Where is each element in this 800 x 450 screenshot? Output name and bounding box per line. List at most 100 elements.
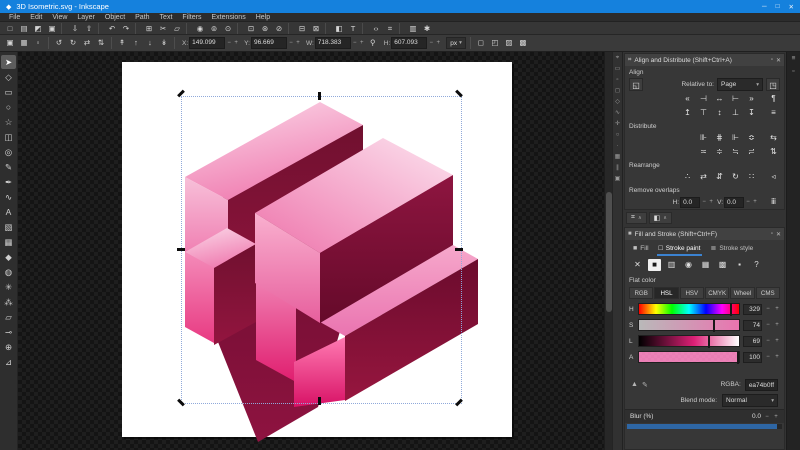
overlap-v-increment[interactable]: +	[752, 199, 758, 205]
pencil-tool[interactable]: ✎	[1, 160, 16, 174]
slider-marker[interactable]	[737, 351, 739, 364]
transform-corners-icon[interactable]: ◰	[489, 37, 501, 49]
ungroup-icon[interactable]: ⊠	[310, 23, 322, 34]
mode-cmyk[interactable]: CMYK	[704, 287, 730, 299]
fill-stroke-dialog-icon[interactable]: ◧	[333, 23, 345, 34]
units-dropdown[interactable]: px ▾	[446, 37, 466, 49]
text-align-horizontal[interactable]: ¶	[767, 93, 780, 105]
close-icon[interactable]: ✕	[776, 57, 781, 64]
overlap-h-increment[interactable]: +	[708, 199, 714, 205]
print-icon[interactable]: ▣	[46, 23, 58, 34]
transform-stroke-icon[interactable]: ◻	[475, 37, 487, 49]
distribute-left-edges[interactable]: ⊪	[697, 132, 710, 144]
overlap-v-decrement[interactable]: −	[745, 199, 751, 205]
selection-handle-w[interactable]	[177, 248, 185, 251]
dialog-tab-fill-stroke[interactable]: ◧ ∧	[648, 212, 672, 224]
document-properties-icon[interactable]: ▥	[407, 23, 419, 34]
star-tool[interactable]: ☆	[1, 115, 16, 129]
menu-item[interactable]: Extensions	[206, 13, 250, 22]
selection-handle-e[interactable]	[455, 248, 463, 251]
pen-tool[interactable]: ✒	[1, 175, 16, 189]
lower-to-bottom-icon[interactable]: ↡	[158, 37, 170, 49]
menu-item[interactable]: Help	[251, 13, 275, 22]
gradient-tool[interactable]: ▧	[1, 220, 16, 234]
alpha-slider[interactable]	[638, 351, 740, 364]
text-align-vertical[interactable]: ≡	[767, 107, 780, 119]
paint-bucket-tool[interactable]: ◍	[1, 265, 16, 279]
randomize-positions[interactable]: ∷	[745, 171, 758, 183]
node-tool[interactable]: ◇	[1, 70, 16, 84]
dock-menu-icon[interactable]: ≡	[792, 55, 796, 62]
select-all-icon[interactable]: ▣	[4, 37, 16, 49]
snap-page-icon[interactable]: ▣	[615, 176, 621, 182]
tab-stroke-paint[interactable]: □ Stroke paint	[656, 244, 703, 256]
maximize-button[interactable]: □	[776, 3, 780, 11]
width-input[interactable]: 718.383	[314, 37, 351, 49]
menu-item[interactable]: Object	[100, 13, 130, 22]
mode-cms[interactable]: CMS	[755, 287, 780, 299]
rotate-ccw-icon[interactable]: ↺	[53, 37, 65, 49]
rotate-positions[interactable]: ↻	[729, 171, 742, 183]
remove-overlaps-button[interactable]: ⅲ	[767, 196, 780, 208]
height-decrement[interactable]: −	[428, 40, 434, 46]
paint-unknown[interactable]: ▪	[733, 259, 746, 271]
text-dialog-icon[interactable]: T	[347, 23, 359, 34]
vertical-scrollbar[interactable]	[604, 52, 612, 450]
snap-bbox-icon[interactable]: ▭	[615, 66, 621, 72]
mode-hsl[interactable]: HSL	[654, 287, 679, 299]
blur-decrement[interactable]: −	[764, 414, 770, 420]
spray-tool[interactable]: ⁂	[1, 295, 16, 309]
spiral-tool[interactable]: ◎	[1, 145, 16, 159]
menu-item[interactable]: Layer	[72, 13, 100, 22]
lock-ratio-icon[interactable]: ⚲	[367, 37, 379, 49]
menu-item[interactable]: Filters	[177, 13, 206, 22]
hue-slider[interactable]	[638, 303, 740, 316]
slider-marker[interactable]	[708, 335, 710, 348]
clone-icon[interactable]: ⊛	[259, 23, 271, 34]
dock-float-icon[interactable]: ▫	[792, 68, 794, 75]
text-tool[interactable]: A	[1, 205, 16, 219]
align-right-edges[interactable]: ⊢	[729, 93, 742, 105]
slider-decrement[interactable]: −	[765, 322, 771, 328]
save-icon[interactable]: ◩	[32, 23, 44, 34]
menu-item[interactable]: Edit	[25, 13, 47, 22]
menu-item[interactable]: Text	[155, 13, 178, 22]
distribute-right-edges[interactable]: ⊩	[729, 132, 742, 144]
blur-value[interactable]: 0.0	[752, 413, 761, 420]
align-bottom-edges[interactable]: ⊥	[729, 107, 742, 119]
exchange-stacking-order[interactable]: ⇵	[713, 171, 726, 183]
flip-horizontal-icon[interactable]: ⇄	[81, 37, 93, 49]
menu-item[interactable]: Path	[130, 13, 154, 22]
treat-as-group-toggle[interactable]: ◱	[629, 78, 643, 91]
color-picker-icon[interactable]: ✎	[642, 381, 648, 389]
move-as-group-toggle[interactable]: ◳	[766, 78, 780, 91]
distribute-centers-vertically[interactable]: ≑	[713, 146, 726, 158]
x-input[interactable]: 149.099	[189, 37, 226, 49]
slider-increment[interactable]: +	[774, 306, 780, 312]
selection-handle-s[interactable]	[318, 397, 321, 405]
slider-marker[interactable]	[713, 319, 715, 332]
selector-tool[interactable]: ➤	[1, 55, 16, 69]
mesh-tool[interactable]: ▦	[1, 235, 16, 249]
slider-increment[interactable]: +	[774, 322, 780, 328]
flip-vertical-icon[interactable]: ⇅	[95, 37, 107, 49]
distribute-centers-horizontally[interactable]: ⋕	[713, 132, 726, 144]
export-icon[interactable]: ⇧	[83, 23, 95, 34]
align-right-to-anchor-left[interactable]: «	[681, 93, 694, 105]
align-top-edges[interactable]: ⊤	[697, 107, 710, 119]
calligraphy-tool[interactable]: ∿	[1, 190, 16, 204]
mode-wheel[interactable]: Wheel	[730, 287, 755, 299]
y-increment[interactable]: +	[295, 40, 301, 46]
mode-rgb[interactable]: RGB	[629, 287, 654, 299]
y-decrement[interactable]: −	[288, 40, 294, 46]
slider-value[interactable]: 69	[743, 335, 762, 347]
slider-decrement[interactable]: −	[765, 306, 771, 312]
ellipse-tool[interactable]: ○	[1, 100, 16, 114]
center-horizontal[interactable]: ↔	[713, 93, 726, 105]
paint-none[interactable]: ✕	[631, 259, 644, 271]
center-vertical[interactable]: ↕	[713, 107, 726, 119]
distribute-vertical-gaps[interactable]: ≓	[745, 146, 758, 158]
slider-decrement[interactable]: −	[765, 354, 771, 360]
unlink-clone-icon[interactable]: ⊘	[273, 23, 285, 34]
scrollbar-thumb[interactable]	[606, 192, 612, 312]
